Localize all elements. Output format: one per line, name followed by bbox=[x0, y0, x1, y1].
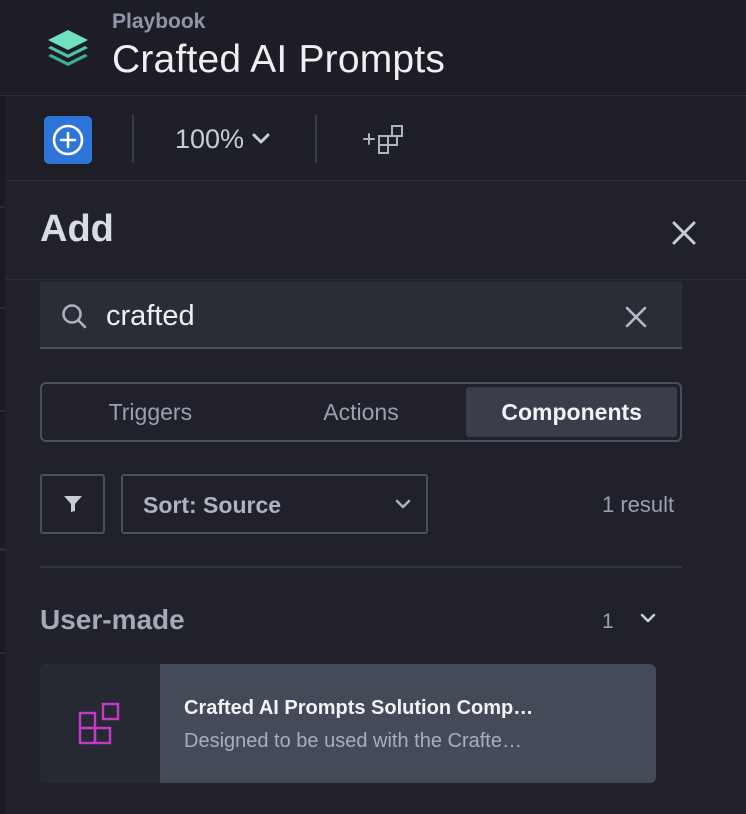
search-input[interactable] bbox=[106, 296, 606, 336]
search-icon bbox=[62, 304, 87, 329]
playbook-label: Playbook bbox=[112, 10, 206, 33]
playbook-header: Playbook Crafted AI Prompts bbox=[0, 0, 746, 96]
card-title: Crafted AI Prompts Solution Comp… bbox=[184, 697, 534, 719]
section-divider bbox=[40, 566, 682, 568]
page-title[interactable]: Crafted AI Prompts bbox=[112, 38, 445, 82]
chevron-down-icon bbox=[395, 499, 411, 509]
close-panel-button[interactable] bbox=[667, 216, 701, 250]
add-component-icon bbox=[363, 125, 403, 154]
sort-label: Sort: Source bbox=[143, 492, 282, 518]
card-icon-area bbox=[40, 664, 160, 783]
toolbar-divider bbox=[315, 115, 317, 163]
chevron-down-icon[interactable] bbox=[640, 612, 656, 624]
group-count: 1 bbox=[602, 610, 614, 633]
component-blocks-icon bbox=[78, 702, 120, 744]
toolbar-divider bbox=[132, 115, 134, 163]
panel-header: Add bbox=[5, 182, 746, 280]
zoom-level: 100% bbox=[175, 123, 245, 154]
chevron-down-icon bbox=[252, 133, 270, 144]
layers-stack-icon bbox=[44, 26, 92, 74]
tab-triggers[interactable]: Triggers bbox=[45, 387, 256, 437]
add-panel: Add Triggers Actions Components Sort: So… bbox=[5, 182, 746, 814]
filter-button[interactable] bbox=[40, 474, 105, 534]
panel-title: Add bbox=[40, 208, 114, 250]
close-icon bbox=[672, 221, 696, 245]
group-header-user-made[interactable]: User-made 1 bbox=[40, 602, 660, 642]
group-title: User-made bbox=[40, 604, 185, 635]
plus-circle-icon bbox=[52, 124, 84, 156]
component-card[interactable]: Crafted AI Prompts Solution Comp… Design… bbox=[40, 664, 656, 783]
search-field bbox=[40, 282, 682, 349]
add-step-button[interactable] bbox=[44, 116, 92, 164]
toolbar: 100% bbox=[5, 97, 746, 181]
tab-components[interactable]: Components bbox=[466, 387, 678, 437]
clear-search-button[interactable] bbox=[623, 304, 649, 330]
result-count: 1 result bbox=[602, 492, 675, 517]
sort-dropdown[interactable]: Sort: Source bbox=[121, 474, 428, 534]
filter-icon bbox=[63, 496, 82, 512]
category-tabs: Triggers Actions Components bbox=[40, 382, 682, 442]
card-description: Designed to be used with the Crafte… bbox=[184, 730, 522, 752]
tab-actions[interactable]: Actions bbox=[256, 387, 467, 437]
add-component-button[interactable] bbox=[361, 123, 409, 155]
zoom-dropdown[interactable]: 100% bbox=[175, 121, 270, 157]
close-icon bbox=[625, 306, 647, 328]
